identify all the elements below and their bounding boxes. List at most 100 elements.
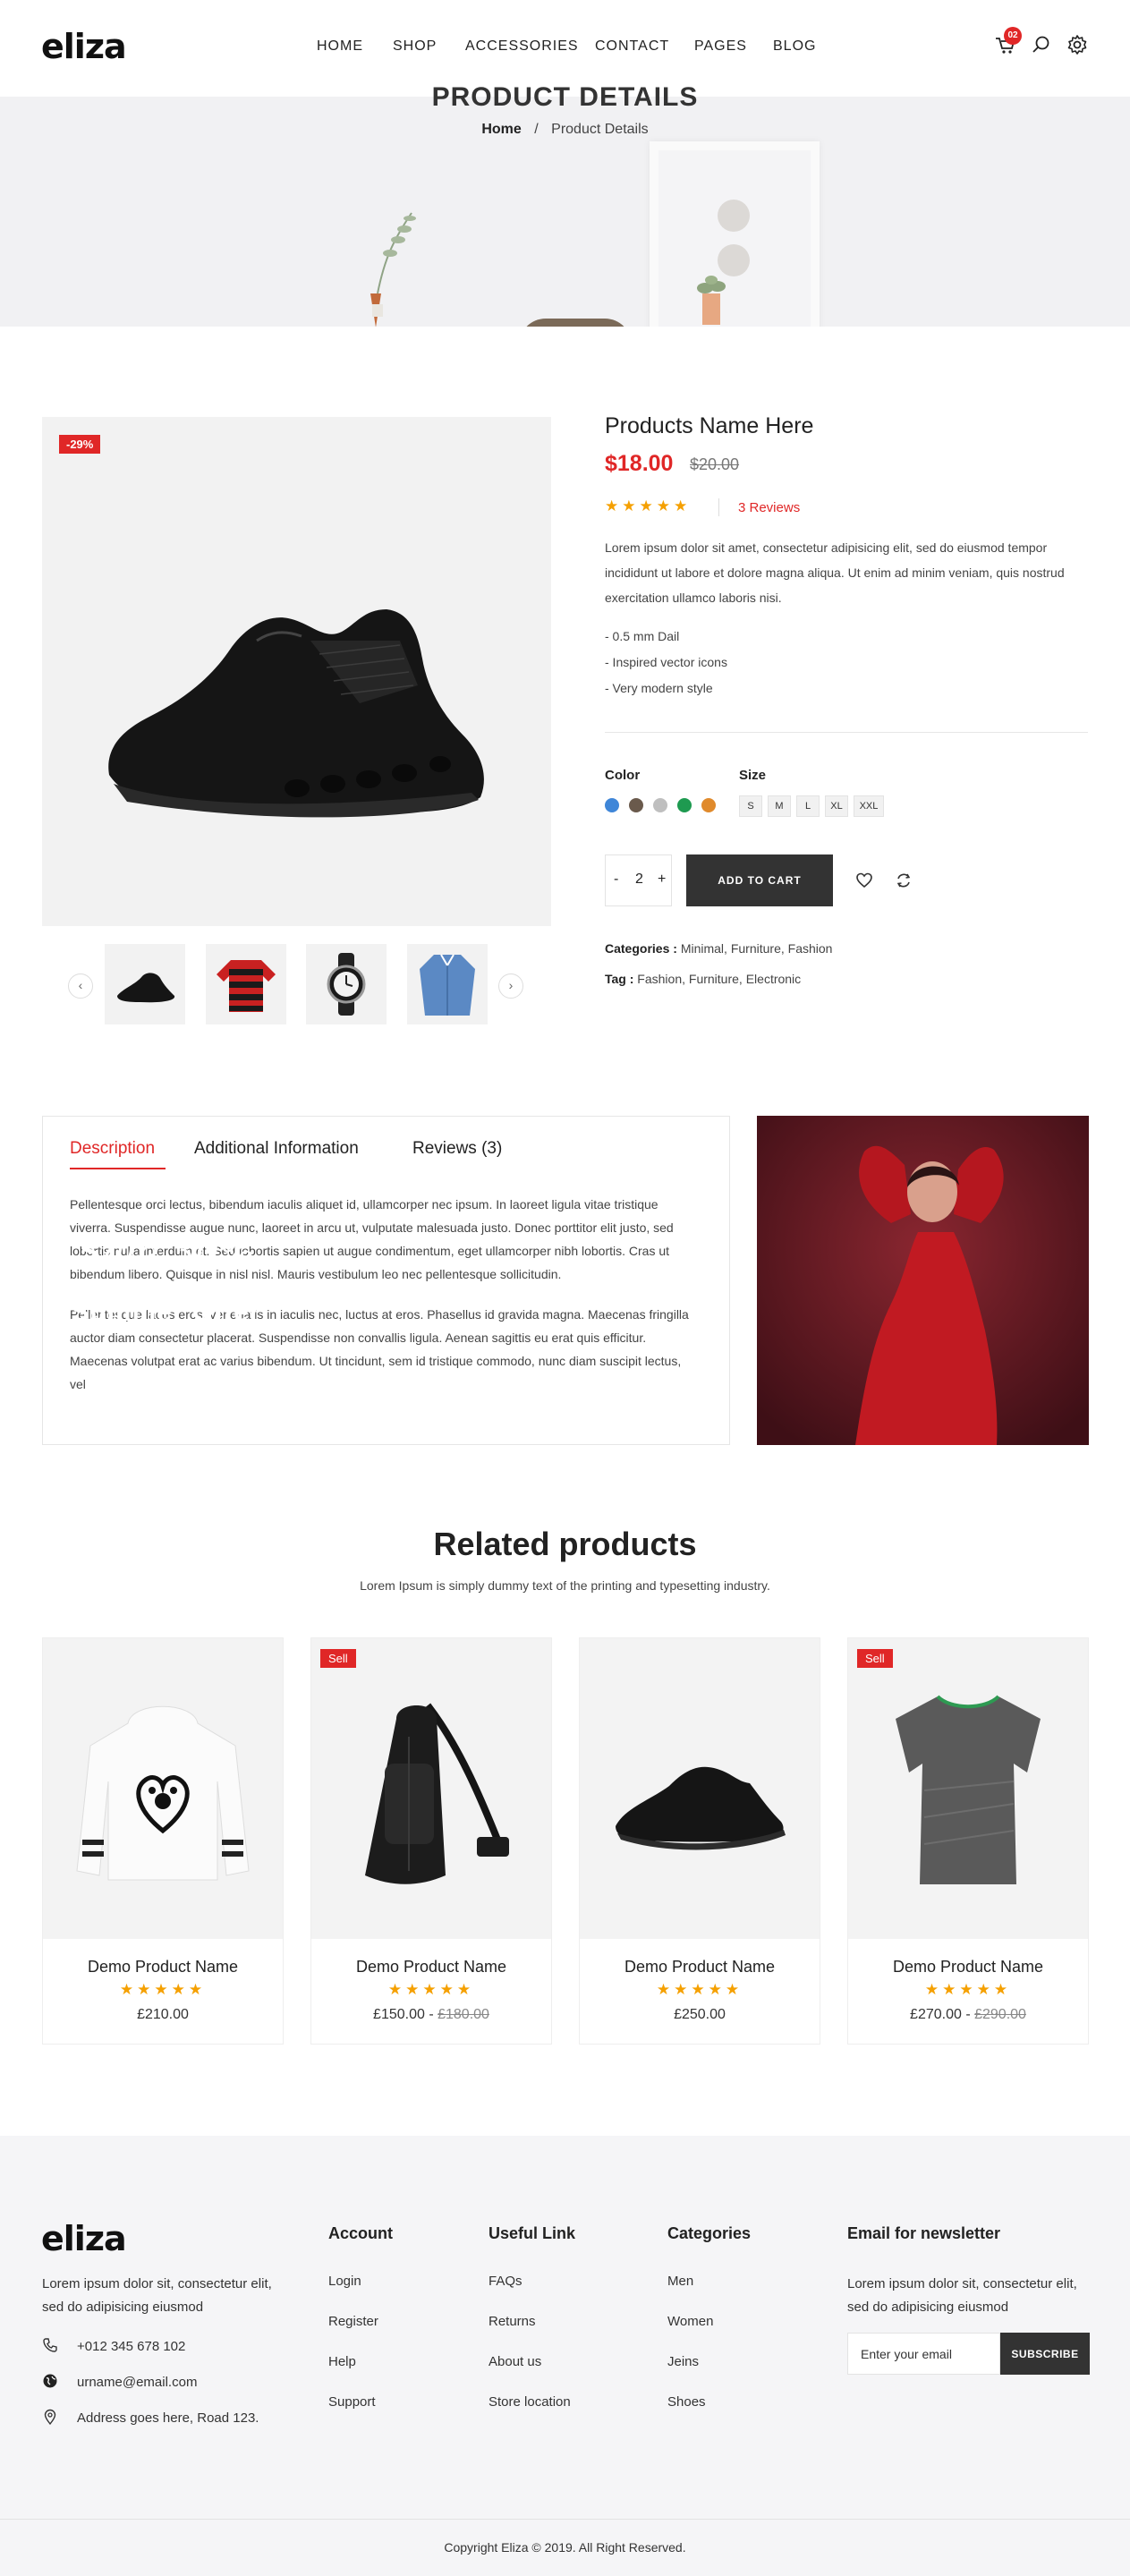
- frame-circle: [718, 200, 750, 232]
- sell-badge: Sell: [320, 1649, 356, 1668]
- product-card-current-price: £250.00: [674, 2007, 726, 2022]
- nav-accessories[interactable]: ACCESSORIES: [465, 38, 579, 55]
- thumbnail-shirt[interactable]: [407, 944, 488, 1024]
- quantity-increase-button[interactable]: +: [658, 871, 666, 888]
- footer-link-jeins[interactable]: Jeins: [667, 2354, 699, 2369]
- color-swatch-grey[interactable]: [653, 798, 667, 812]
- quantity-value[interactable]: 2: [635, 871, 643, 888]
- nav-shop[interactable]: SHOP: [393, 38, 437, 55]
- product-card-image[interactable]: [848, 1638, 1088, 1939]
- color-swatch-green[interactable]: [677, 798, 692, 812]
- reviews-link[interactable]: 3 Reviews: [738, 500, 800, 515]
- active-tab-indicator: [70, 1168, 166, 1169]
- product-card[interactable]: Demo Product Name ★★★★★ £210.00: [42, 1637, 284, 2045]
- footer-link-returns[interactable]: Returns: [489, 2314, 536, 2329]
- footer-email[interactable]: urname@email.com: [77, 2371, 197, 2394]
- tag-link[interactable]: Fashion,: [637, 972, 685, 986]
- product-card-image[interactable]: [311, 1638, 551, 1939]
- thumbnail-prev-button[interactable]: ‹: [68, 973, 93, 999]
- product-main-image[interactable]: [42, 417, 551, 926]
- footer-link-store-location[interactable]: Store location: [489, 2394, 571, 2410]
- size-option-l[interactable]: L: [796, 795, 820, 817]
- feature-item: - Inspired vector icons: [605, 655, 727, 669]
- thumbnail-next-button[interactable]: ›: [498, 973, 523, 999]
- product-card-price: £150.00 - £180.00: [311, 2007, 551, 2023]
- product-card-rating: ★★★★★: [119, 1981, 207, 1998]
- product-card[interactable]: Sell Demo Product Name ★★★★★ £150.00 - £…: [310, 1637, 552, 2045]
- tag-label: Tag :: [605, 972, 634, 986]
- tshirt-image: [896, 1695, 1041, 1884]
- category-link[interactable]: Minimal,: [681, 941, 727, 956]
- footer-categories-heading: Categories: [667, 2224, 752, 2242]
- quantity-stepper: - 2 +: [605, 854, 672, 906]
- size-option-xxl[interactable]: XXL: [854, 795, 884, 817]
- plant-vase-illustration: [370, 212, 416, 327]
- footer-link-login[interactable]: Login: [328, 2274, 361, 2289]
- product-card-rating: ★★★★★: [387, 1981, 475, 1998]
- nav-blog[interactable]: BLOG: [773, 38, 816, 55]
- color-swatch-brown[interactable]: [629, 798, 643, 812]
- footer-link-women[interactable]: Women: [667, 2314, 713, 2329]
- footer-phone[interactable]: +012 345 678 102: [77, 2335, 185, 2359]
- category-link[interactable]: Furniture,: [731, 941, 785, 956]
- product-categories: Categories : Minimal, Furniture, Fashion: [605, 941, 832, 956]
- product-name: Products Name Here: [605, 413, 814, 438]
- product-card-rating: ★★★★★: [924, 1981, 1012, 1998]
- footer-link-help[interactable]: Help: [328, 2354, 356, 2369]
- summer-offer-banner[interactable]: [757, 1116, 1089, 1445]
- copyright-text: Copyright Eliza © 2019. All Right Reserv…: [444, 2540, 686, 2555]
- footer-link-support[interactable]: Support: [328, 2394, 376, 2410]
- promo-sale-text: Sale 30%: [77, 1230, 255, 1274]
- size-option-s[interactable]: S: [739, 795, 762, 817]
- footer-divider: [0, 2519, 1130, 2520]
- product-card-name[interactable]: Demo Product Name: [580, 1958, 820, 1977]
- subscribe-button[interactable]: SUBSCRIBE: [1000, 2333, 1090, 2375]
- product-tags: Tag : Fashion, Furniture, Electronic: [605, 972, 801, 986]
- footer-link-about-us[interactable]: About us: [489, 2354, 541, 2369]
- footer-link-shoes[interactable]: Shoes: [667, 2394, 706, 2410]
- thumbnail-sweater[interactable]: [206, 944, 286, 1024]
- sell-badge: Sell: [857, 1649, 893, 1668]
- nav-pages[interactable]: PAGES: [694, 38, 747, 55]
- search-icon[interactable]: [1029, 32, 1054, 57]
- footer-logo[interactable]: eliza: [41, 2219, 127, 2258]
- add-to-cart-button[interactable]: ADD TO CART: [686, 854, 833, 906]
- nav-home[interactable]: HOME: [317, 38, 363, 55]
- footer-newsletter-text: Lorem ipsum dolor sit, consectetur elit,…: [847, 2276, 1077, 2315]
- product-card-name[interactable]: Demo Product Name: [311, 1958, 551, 1977]
- compare-icon[interactable]: [894, 871, 913, 890]
- product-card-image[interactable]: [580, 1638, 820, 1939]
- footer-link-register[interactable]: Register: [328, 2314, 378, 2329]
- product-card-image[interactable]: [43, 1638, 283, 1939]
- color-swatch-orange[interactable]: [701, 798, 716, 812]
- product-description: Lorem ipsum dolor sit amet, consectetur …: [605, 540, 1065, 605]
- site-logo[interactable]: eliza: [41, 27, 127, 66]
- thumbnail-sneaker[interactable]: [105, 944, 185, 1024]
- tab-reviews[interactable]: Reviews (3): [412, 1139, 502, 1159]
- footer-about: Lorem ipsum dolor sit, consectetur elit,…: [42, 2276, 272, 2315]
- size-option-m[interactable]: M: [768, 795, 791, 817]
- color-swatch-blue[interactable]: [605, 798, 619, 812]
- settings-icon[interactable]: [1065, 32, 1090, 57]
- product-card[interactable]: Sell Demo Product Name ★★★★★ £270.00 - £…: [847, 1637, 1089, 2045]
- quantity-decrease-button[interactable]: -: [614, 871, 618, 888]
- backpack-image: [365, 1703, 509, 1884]
- rating-divider: [718, 498, 719, 516]
- tab-additional-information[interactable]: Additional Information: [194, 1139, 359, 1159]
- breadcrumb-home[interactable]: Home: [481, 122, 521, 137]
- tab-description[interactable]: Description: [70, 1139, 155, 1159]
- newsletter-email-input[interactable]: [847, 2333, 1000, 2375]
- hoodie-image: [76, 1705, 250, 1881]
- thumbnail-watch[interactable]: [306, 944, 387, 1024]
- tag-link[interactable]: Electronic: [746, 972, 801, 986]
- tag-link[interactable]: Furniture,: [689, 972, 743, 986]
- size-option-xl[interactable]: XL: [825, 795, 848, 817]
- product-card-name[interactable]: Demo Product Name: [43, 1958, 283, 1977]
- heart-icon[interactable]: [854, 871, 874, 890]
- category-link[interactable]: Fashion: [788, 941, 833, 956]
- footer-link-men[interactable]: Men: [667, 2274, 693, 2289]
- nav-contact[interactable]: CONTACT: [595, 38, 669, 55]
- product-card[interactable]: Demo Product Name ★★★★★ £250.00: [579, 1637, 820, 2045]
- footer-link-faqs[interactable]: FAQs: [489, 2274, 523, 2289]
- product-card-name[interactable]: Demo Product Name: [848, 1958, 1088, 1977]
